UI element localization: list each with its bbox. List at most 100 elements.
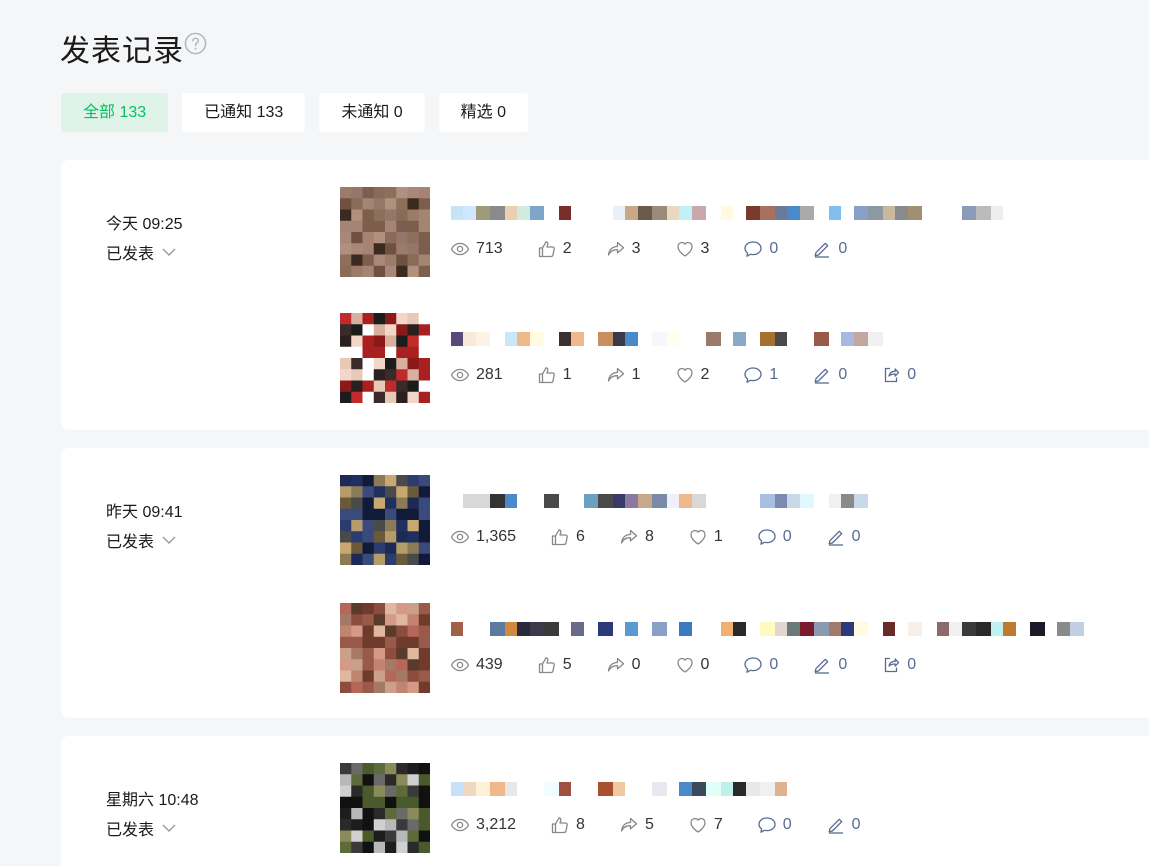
edits-stat-count: 0 [838, 656, 848, 673]
post-stats: 1,365 6 8 1 0 0 [450, 527, 895, 547]
status-label: 已发表 [106, 534, 155, 551]
post-stats: 3,212 8 5 7 0 0 [450, 815, 895, 835]
tab-not-notified[interactable]: 未通知 0 [319, 93, 425, 132]
shares-stat-count: 8 [644, 528, 654, 545]
exports-stat-count: 0 [907, 366, 917, 383]
status-dropdown[interactable]: 已发表 [106, 528, 183, 552]
views-stat: 1,365 [450, 527, 516, 547]
likes-stat: 8 [550, 815, 585, 835]
likes-stat-count: 8 [576, 816, 585, 833]
comments-stat-count: 1 [769, 366, 779, 383]
shares-stat: 0 [606, 655, 641, 675]
share-arrow-icon [620, 529, 638, 544]
eye-icon [450, 658, 470, 672]
shares-stat-count: 5 [644, 816, 654, 833]
record-group-card: 星期六 10:48 已发表 3,212 8 5 7 0 0 [61, 736, 1149, 866]
publish-date: 昨天 09:41 [106, 504, 183, 521]
help-icon[interactable] [184, 32, 207, 55]
thumbs-up-icon [538, 367, 555, 384]
likes-stat-count: 6 [576, 528, 585, 545]
thumbs-up-icon [551, 529, 568, 546]
favorites-stat-count: 7 [713, 816, 723, 833]
edits-stat[interactable]: 0 [812, 655, 847, 675]
tab-notified[interactable]: 已通知 133 [182, 93, 306, 132]
eye-icon [450, 368, 470, 382]
pencil-icon [828, 818, 843, 834]
views-stat: 713 [450, 239, 503, 259]
export-icon [885, 367, 900, 383]
favorites-stat: 0 [675, 655, 710, 675]
edits-stat[interactable]: 0 [812, 239, 847, 259]
thumbs-up-icon [538, 657, 555, 674]
post-item[interactable]: 439 5 0 0 0 0 0 [340, 603, 1149, 693]
edits-stat[interactable]: 0 [826, 527, 861, 547]
comments-stat-count: 0 [782, 528, 792, 545]
chevron-down-icon [162, 536, 176, 544]
comments-stat[interactable]: 0 [743, 655, 778, 675]
comment-icon [758, 529, 776, 545]
views-stat-count: 713 [476, 240, 503, 257]
favorites-stat-count: 0 [700, 656, 710, 673]
favorites-stat-count: 2 [700, 366, 710, 383]
comments-stat-count: 0 [769, 240, 779, 257]
comment-icon [744, 657, 763, 673]
shares-stat: 1 [606, 365, 641, 385]
shares-stat: 8 [619, 527, 654, 547]
export-icon [885, 657, 900, 673]
likes-stat: 2 [537, 239, 572, 259]
heart-icon [676, 241, 693, 257]
post-item[interactable]: 281 1 1 2 1 0 0 [340, 313, 1149, 403]
eye-icon [450, 242, 470, 256]
status-label: 已发表 [106, 246, 155, 263]
favorites-stat-count: 1 [713, 528, 723, 545]
views-stat-count: 281 [476, 366, 503, 383]
exports-stat[interactable]: 0 [881, 365, 916, 385]
favorites-stat: 3 [675, 239, 709, 259]
heart-icon [676, 657, 693, 673]
edits-stat-count: 0 [851, 528, 861, 545]
post-title-obscured[interactable] [451, 331, 1149, 347]
shares-stat: 5 [619, 815, 654, 835]
publish-date: 今天 09:25 [106, 216, 183, 233]
favorites-stat: 7 [688, 815, 723, 835]
eye-icon [450, 818, 470, 832]
comments-stat[interactable]: 0 [757, 815, 792, 835]
post-thumbnail[interactable] [340, 187, 430, 277]
views-stat: 3,212 [450, 815, 516, 835]
post-item[interactable]: 3,212 8 5 7 0 0 [340, 763, 1149, 853]
record-group-card: 今天 09:25 已发表 713 2 3 3 0 0 281 1 1 2 1 0 0 [61, 160, 1149, 430]
edits-stat-count: 0 [851, 816, 861, 833]
comment-icon [744, 241, 763, 257]
post-title-obscured[interactable] [451, 621, 1149, 637]
tab-all[interactable]: 全部 133 [61, 93, 169, 132]
edits-stat[interactable]: 0 [826, 815, 861, 835]
status-label: 已发表 [106, 822, 155, 839]
comments-stat[interactable]: 0 [757, 527, 792, 547]
post-thumbnail[interactable] [340, 763, 430, 853]
post-title-obscured[interactable] [451, 493, 1149, 509]
comments-stat[interactable]: 1 [743, 365, 778, 385]
heart-icon [690, 817, 706, 833]
post-title-obscured[interactable] [451, 781, 1149, 797]
status-dropdown[interactable]: 已发表 [106, 240, 183, 264]
edits-stat[interactable]: 0 [812, 365, 847, 385]
post-thumbnail[interactable] [340, 603, 430, 693]
post-item[interactable]: 713 2 3 3 0 0 [340, 187, 1149, 277]
pencil-icon [828, 530, 843, 546]
post-title-obscured[interactable] [451, 205, 1149, 221]
tab-featured[interactable]: 精选 0 [438, 93, 529, 132]
share-arrow-icon [607, 367, 624, 382]
share-arrow-icon [607, 241, 624, 256]
post-thumbnail[interactable] [340, 475, 430, 565]
comments-stat-count: 0 [769, 656, 779, 673]
exports-stat[interactable]: 0 [881, 655, 916, 675]
post-thumbnail[interactable] [340, 313, 430, 403]
comments-stat[interactable]: 0 [743, 239, 778, 259]
exports-stat-count: 0 [907, 656, 917, 673]
publish-date: 星期六 10:48 [106, 792, 199, 809]
status-dropdown[interactable]: 已发表 [106, 816, 199, 840]
shares-stat: 3 [606, 239, 641, 259]
post-stats: 281 1 1 2 1 0 0 [450, 365, 950, 385]
shares-stat-count: 3 [631, 240, 641, 257]
post-item[interactable]: 1,365 6 8 1 0 0 [340, 475, 1149, 565]
